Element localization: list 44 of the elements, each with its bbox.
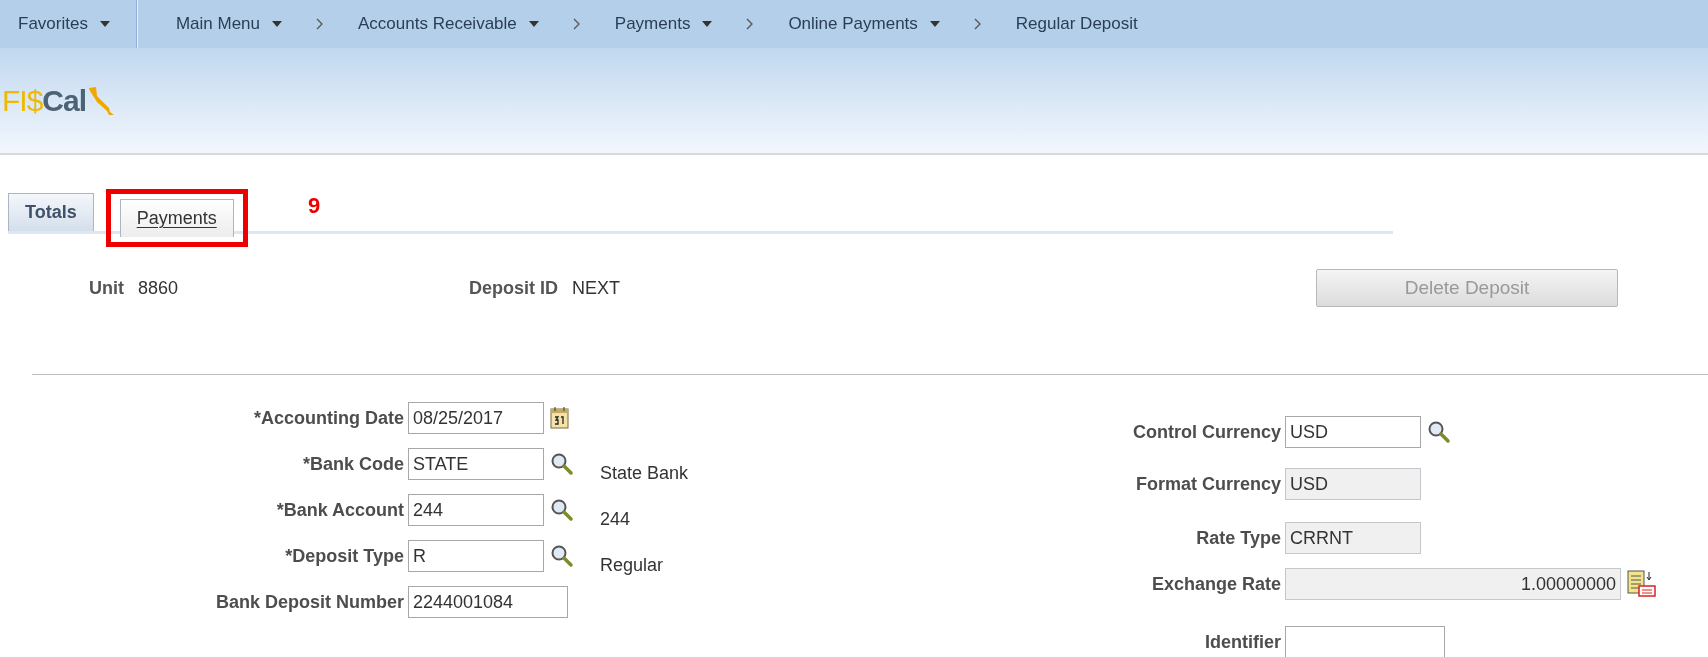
input-field[interactable]: 08/25/2017 bbox=[408, 402, 544, 434]
field-label: Deposit ID bbox=[469, 277, 558, 299]
input-field[interactable]: 2244001084 bbox=[408, 586, 568, 618]
breadcrumb-link[interactable]: Favorites bbox=[18, 14, 110, 34]
breadcrumb-separator-icon bbox=[316, 18, 325, 30]
search-icon[interactable] bbox=[550, 544, 574, 568]
field-label: *Deposit Type bbox=[284, 545, 405, 567]
field-value: 8860 bbox=[138, 277, 179, 299]
field-label: Format Currency bbox=[1134, 473, 1282, 495]
document-icon[interactable] bbox=[1627, 570, 1657, 598]
input-field[interactable]: USD bbox=[1285, 416, 1421, 448]
field-description: State Bank bbox=[600, 462, 689, 484]
annotation-number: 9 bbox=[308, 193, 321, 219]
breadcrumb-link[interactable]: Accounts Receivable bbox=[358, 14, 539, 34]
field-label: Identifier bbox=[1204, 631, 1282, 653]
search-icon[interactable] bbox=[1427, 420, 1451, 444]
breadcrumb-link[interactable]: Main Menu bbox=[175, 14, 283, 34]
breadcrumb-separator-icon bbox=[746, 18, 755, 30]
input-field[interactable]: 244 bbox=[408, 494, 544, 526]
field-label: *Bank Account bbox=[275, 499, 405, 521]
field-label: Control Currency bbox=[1131, 421, 1282, 443]
input-field[interactable] bbox=[1285, 626, 1445, 657]
search-icon[interactable] bbox=[550, 498, 574, 522]
field-description: Regular bbox=[600, 554, 664, 576]
breadcrumb-separator-icon bbox=[973, 18, 982, 30]
field-value: NEXT bbox=[572, 277, 621, 299]
input-field[interactable]: STATE bbox=[408, 448, 544, 480]
input-field[interactable]: R bbox=[408, 540, 544, 572]
calendar-icon[interactable] bbox=[550, 407, 570, 429]
field-label: Unit bbox=[89, 277, 124, 299]
tab[interactable]: Totals bbox=[8, 193, 94, 231]
tab[interactable]: Payments bbox=[119, 199, 234, 237]
field-description: 244 bbox=[600, 508, 631, 530]
breadcrumb-link[interactable]: Regular Deposit bbox=[1015, 14, 1138, 34]
field-label: Exchange Rate bbox=[1150, 573, 1282, 595]
field-label: Bank Deposit Number bbox=[214, 591, 405, 613]
breadcrumb-link[interactable]: Payments bbox=[614, 14, 713, 34]
logo: FI$Cal bbox=[2, 83, 87, 118]
field-label: Rate Type bbox=[1195, 527, 1282, 549]
field-label: *Bank Code bbox=[301, 453, 405, 475]
field-label: *Accounting Date bbox=[253, 407, 405, 429]
breadcrumb-separator-icon bbox=[572, 18, 581, 30]
breadcrumb-link[interactable]: Online Payments bbox=[788, 14, 940, 34]
search-icon[interactable] bbox=[550, 452, 574, 476]
